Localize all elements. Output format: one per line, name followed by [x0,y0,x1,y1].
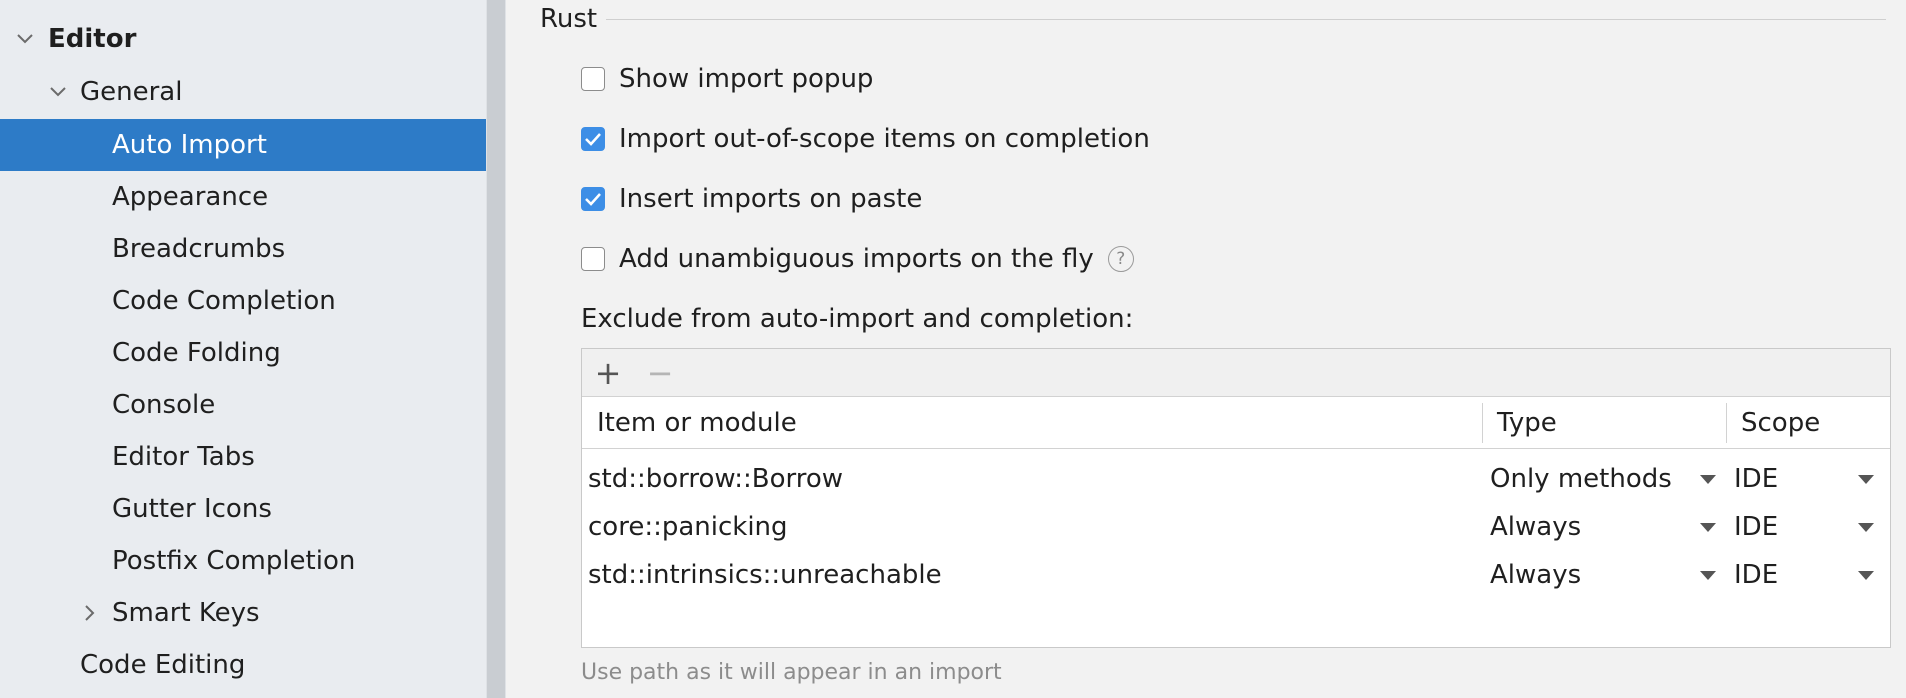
cell-item[interactable]: std::borrow::Borrow [588,455,843,503]
chevron-down-icon[interactable] [1700,475,1716,484]
table-row[interactable]: std::borrow::Borrow Only methods IDE [582,455,1890,503]
settings-panel: Rust Show import popup Import out-of-sco… [506,0,1906,698]
settings-sidebar: Editor General Auto Import Appearance Br… [0,0,486,698]
sidebar-item-code-completion[interactable]: Code Completion [0,275,486,327]
sidebar-item-smart-keys[interactable]: Smart Keys [0,587,486,639]
sidebar-item-breadcrumbs[interactable]: Breadcrumbs [0,223,486,275]
chevron-right-icon[interactable] [78,601,102,625]
checkbox[interactable] [581,247,605,271]
sidebar-item-console[interactable]: Console [0,379,486,431]
table-toolbar: + − [582,349,1890,397]
column-header-scope[interactable]: Scope [1726,397,1892,449]
chevron-down-icon[interactable] [46,80,70,104]
sidebar-item-code-folding[interactable]: Code Folding [0,327,486,379]
sidebar-item-label: Smart Keys [112,598,260,628]
chevron-down-icon[interactable] [1858,475,1874,484]
checkmark-icon [585,133,601,146]
chevron-down-icon[interactable] [1858,571,1874,580]
column-header-type[interactable]: Type [1482,397,1726,449]
chevron-down-icon[interactable] [1700,523,1716,532]
sidebar-item-label: General [80,77,183,107]
table-row[interactable]: core::panicking Always IDE [582,503,1890,551]
sidebar-item-auto-import[interactable]: Auto Import [0,119,486,171]
sidebar-scrollbar[interactable] [486,0,506,698]
exclude-table: + − Item or module Type Scope std::borro… [581,348,1891,648]
exclude-label: Exclude from auto-import and completion: [581,304,1134,334]
sidebar-item-label: Appearance [112,182,269,212]
sidebar-item-editor-tabs[interactable]: Editor Tabs [0,431,486,483]
chevron-down-icon[interactable] [13,27,37,51]
sidebar-item-editor[interactable]: Editor [0,13,486,65]
sidebar-item-code-editing[interactable]: Code Editing [0,639,486,691]
checkbox-checked[interactable] [581,187,605,211]
sidebar-item-label: Editor Tabs [112,442,255,472]
sidebar-item-label: Gutter Icons [112,494,272,524]
sidebar-item-label: Console [112,390,216,420]
sidebar-item-label: Breadcrumbs [112,234,286,264]
sidebar-item-label: Code Folding [112,338,281,368]
sidebar-item-label: Editor [48,24,137,54]
checkbox-checked[interactable] [581,127,605,151]
cell-item[interactable]: core::panicking [588,503,788,551]
table-row[interactable]: std::intrinsics::unreachable Always IDE [582,551,1890,599]
checkmark-icon [585,193,601,206]
option-import-out-of-scope[interactable]: Import out-of-scope items on completion [581,121,1150,157]
scrollbar-thumb[interactable] [487,0,505,698]
remove-icon[interactable]: − [644,354,676,392]
chevron-down-icon[interactable] [1858,523,1874,532]
sidebar-item-gutter-icons[interactable]: Gutter Icons [0,483,486,535]
scope-dropdown[interactable]: IDE [1734,503,1778,551]
option-add-unambiguous-imports[interactable]: Add unambiguous imports on the fly ? [581,241,1134,277]
chevron-down-icon[interactable] [1700,571,1716,580]
type-dropdown[interactable]: Always [1490,551,1581,599]
sidebar-item-label: Code Editing [80,650,246,680]
section-divider [606,19,1886,20]
help-icon[interactable]: ? [1107,246,1134,272]
option-label: Show import popup [619,64,874,94]
option-insert-imports-on-paste[interactable]: Insert imports on paste [581,181,922,217]
hint-text: Use path as it will appear in an import [581,660,1002,685]
cell-item[interactable]: std::intrinsics::unreachable [588,551,942,599]
option-show-import-popup[interactable]: Show import popup [581,61,873,97]
scope-dropdown[interactable]: IDE [1734,455,1778,503]
checkbox[interactable] [581,67,605,91]
sidebar-item-postfix-completion[interactable]: Postfix Completion [0,535,486,587]
section-title: Rust [540,4,598,34]
option-label: Import out-of-scope items on completion [619,124,1150,154]
sidebar-item-appearance[interactable]: Appearance [0,171,486,223]
sidebar-item-label: Code Completion [112,286,336,316]
sidebar-item-label: Auto Import [112,130,267,160]
column-header-item[interactable]: Item or module [582,397,1482,449]
sidebar-item-general[interactable]: General [0,66,486,118]
option-label: Insert imports on paste [619,184,923,214]
sidebar-item-label: Postfix Completion [112,546,356,576]
table-header: Item or module Type Scope [582,397,1890,449]
add-icon[interactable]: + [592,354,624,392]
option-label: Add unambiguous imports on the fly [619,244,1094,274]
type-dropdown[interactable]: Always [1490,503,1581,551]
type-dropdown[interactable]: Only methods [1490,455,1672,503]
scope-dropdown[interactable]: IDE [1734,551,1778,599]
